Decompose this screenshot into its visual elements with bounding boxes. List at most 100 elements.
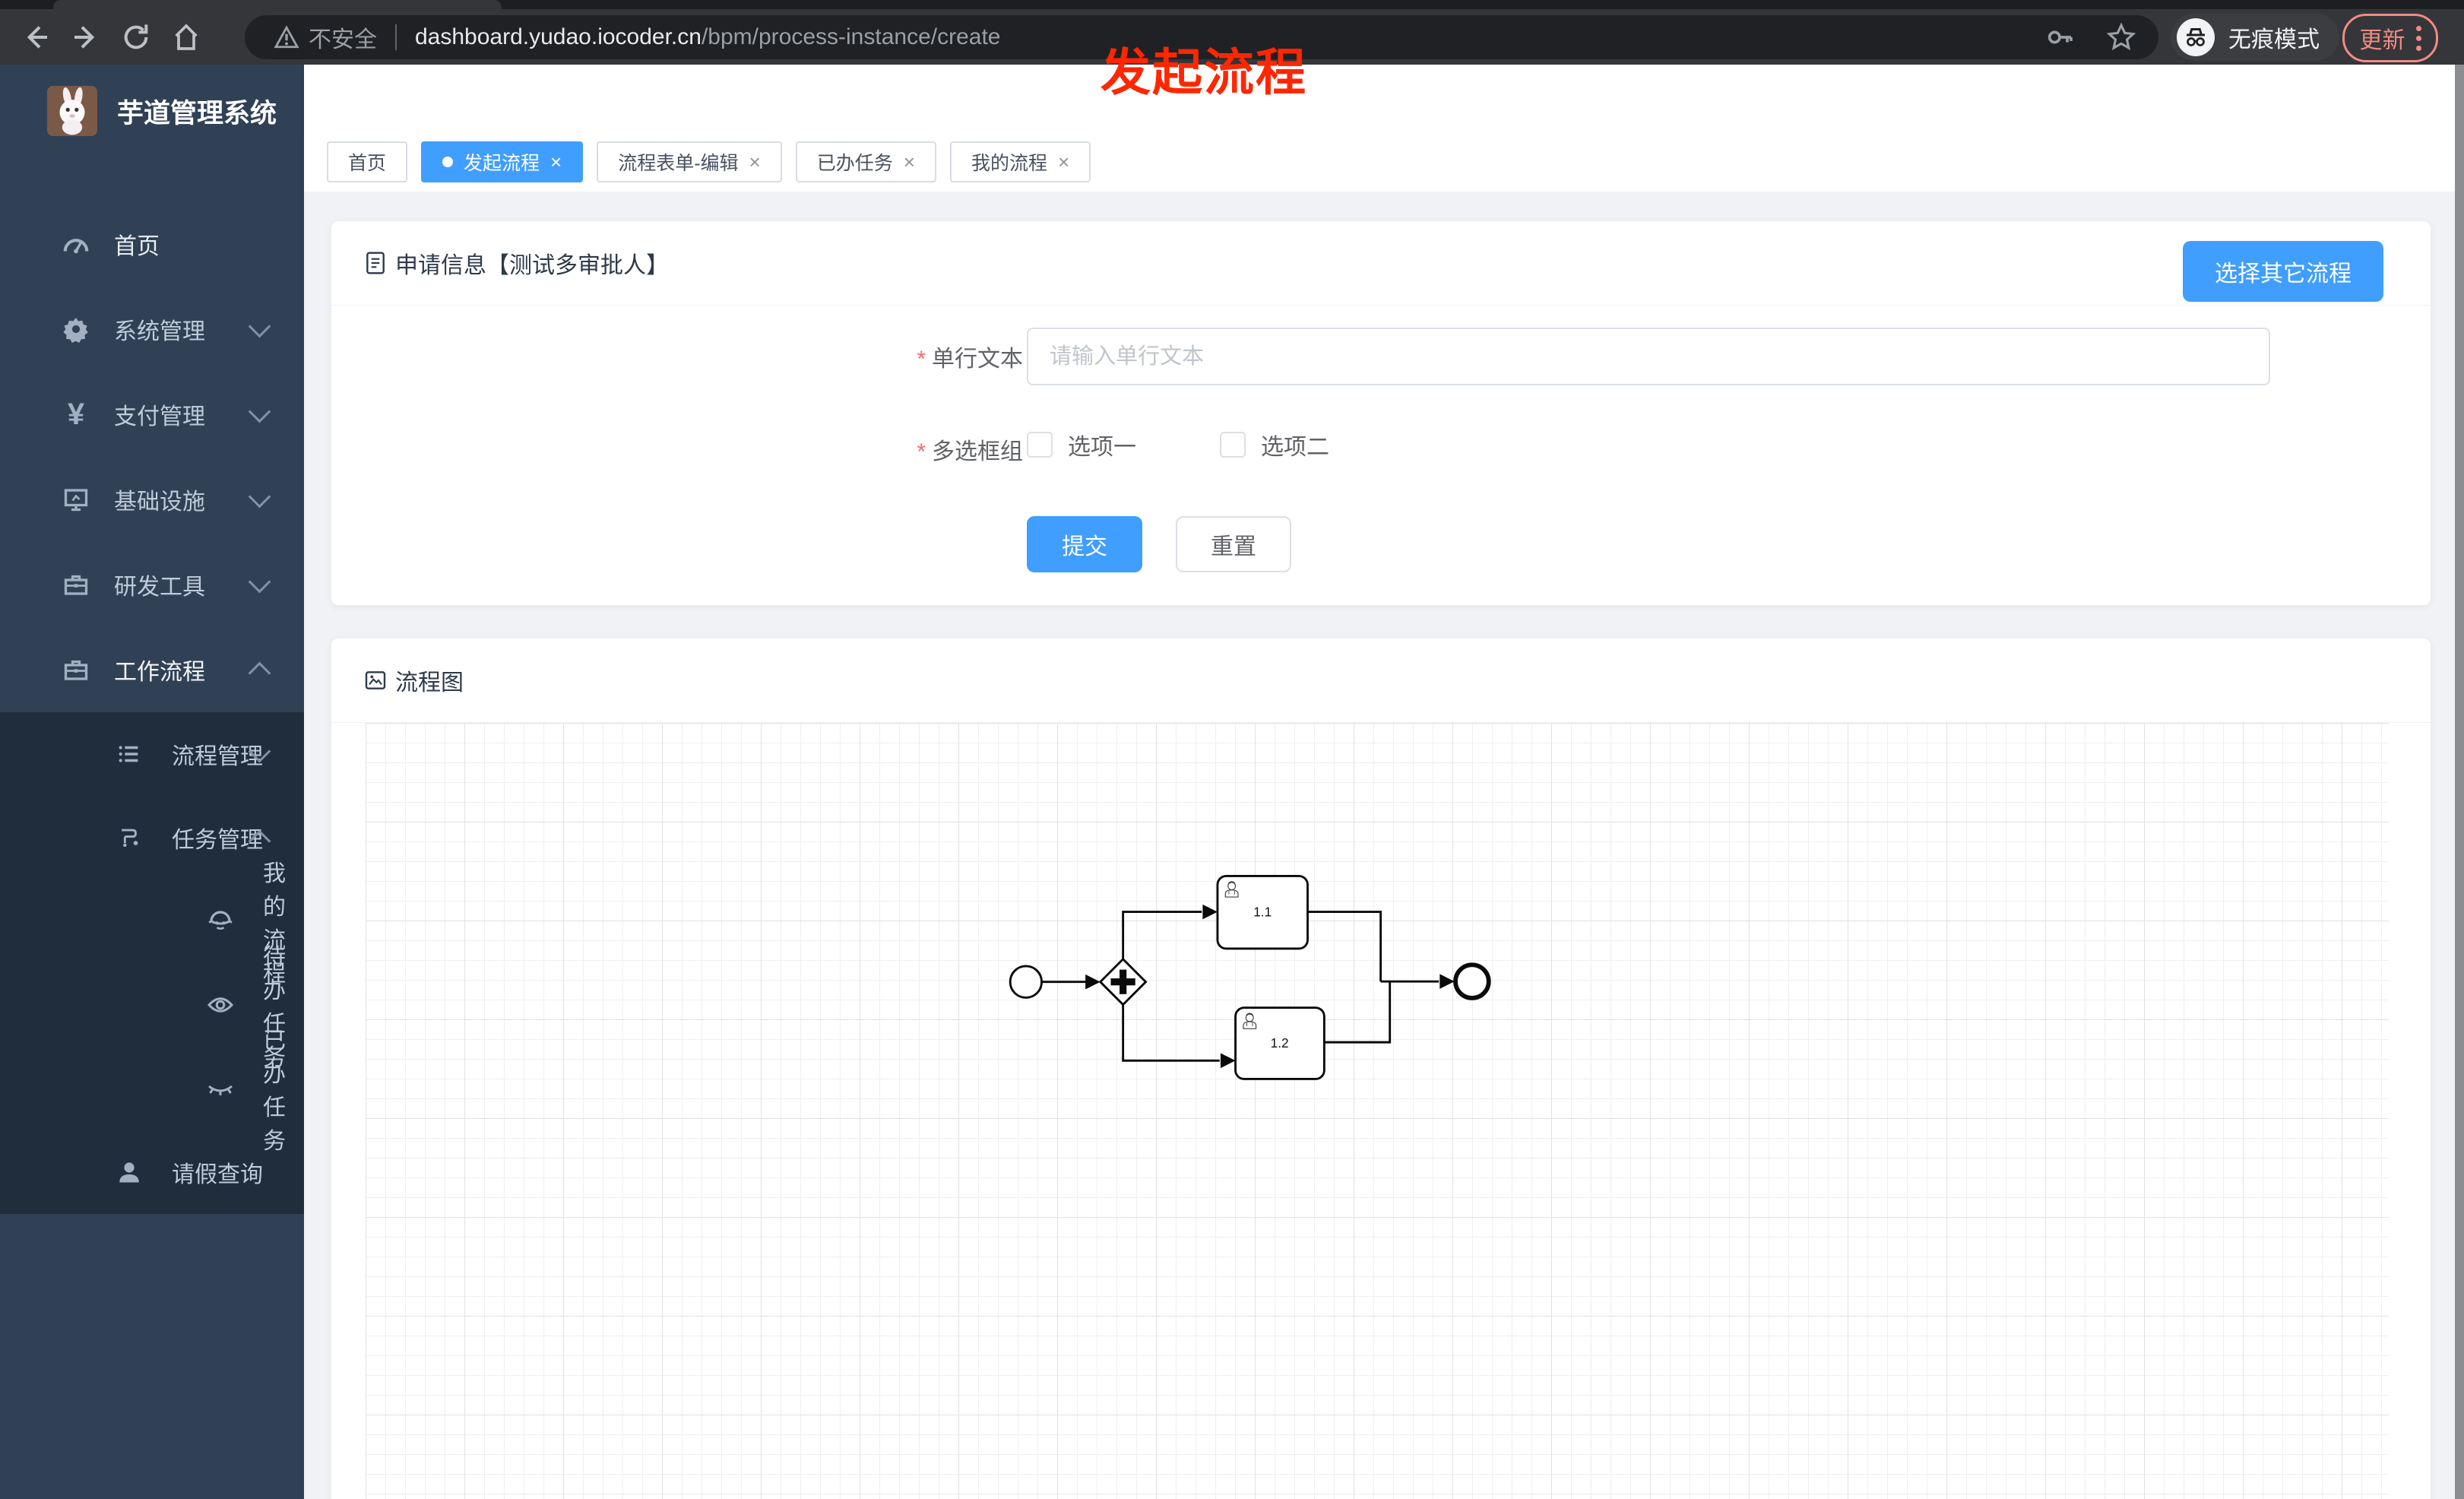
app-title: 芋道管理系统 xyxy=(117,98,277,128)
bpmn-user-task-11[interactable]: 1.1 xyxy=(1216,874,1309,950)
security-label: 不安全 xyxy=(309,27,377,52)
required-mark: * xyxy=(917,347,926,372)
choose-other-process-button[interactable]: 选择其它流程 xyxy=(2183,241,2383,302)
card-title-row: 申请信息【测试多审批人】 xyxy=(363,246,669,280)
form-buttons: 提交 重置 xyxy=(1027,516,1291,572)
key-icon[interactable] xyxy=(2044,22,2075,52)
single-line-text-input[interactable] xyxy=(1027,328,2270,385)
tag-label: 已办任务 xyxy=(816,153,893,174)
sidebar-item-done-tasks[interactable]: 已办任务 xyxy=(0,1028,304,1154)
sidebar-item-todo-tasks[interactable]: 待办任务 xyxy=(0,945,304,1070)
tag-done-tasks[interactable]: 已办任务 × xyxy=(795,141,936,182)
sidebar-item-infra[interactable]: 基础设施 xyxy=(0,457,304,542)
incognito-label: 无痕模式 xyxy=(2228,27,2320,52)
sidebar-menu: 首页 系统管理 ¥ 支付管理 基础设施 研发工具 工作流程 xyxy=(0,201,304,712)
image-icon xyxy=(365,671,386,689)
app-logo xyxy=(47,86,97,136)
bookmark-star-icon[interactable] xyxy=(2105,21,2137,53)
tag-home[interactable]: 首页 xyxy=(327,141,408,182)
browser-update-menu-button[interactable]: 更新 xyxy=(2342,14,2438,62)
checkbox-label: 选项一 xyxy=(1068,435,1136,460)
checkbox-field-label-row: * 多选框组 xyxy=(833,433,1023,466)
checkbox-option-1[interactable]: 选项一 xyxy=(1027,428,1136,461)
checkbox-group-label: 多选框组 xyxy=(932,439,1023,464)
sidebar-item-my-process[interactable]: 我的流程 xyxy=(0,861,304,987)
browser-active-tab[interactable] xyxy=(53,0,502,9)
home-button[interactable] xyxy=(161,16,211,59)
tag-form-edit[interactable]: 流程表单-编辑 × xyxy=(597,141,782,182)
content-area: 申请信息【测试多审批人】 选择其它流程 *单行文本 *多选框组 选项一 选项二 xyxy=(304,192,2455,1499)
close-icon[interactable]: × xyxy=(904,151,915,174)
checkbox-icon[interactable] xyxy=(1027,432,1053,458)
bpmn-canvas[interactable]: 1.1 1.2 xyxy=(366,723,2389,1499)
form-card-title: 申请信息【测试多审批人】 xyxy=(395,253,669,278)
browser-tabstrip xyxy=(0,0,2464,9)
tags-view-bar: 首页 发起流程 × 流程表单-编辑 × 已办任务 × 我的流程 × xyxy=(304,134,2464,193)
forward-icon xyxy=(74,25,95,49)
sidebar-item-label: 研发工具 xyxy=(114,575,205,600)
sidebar-item-system[interactable]: 系统管理 xyxy=(0,287,304,372)
edge-task12-merge[interactable] xyxy=(1324,982,1392,1044)
bpmn-parallel-gateway[interactable] xyxy=(1098,957,1148,1006)
edge-gateway-task11[interactable] xyxy=(1122,911,1202,959)
sidebar-item-devtools[interactable]: 研发工具 xyxy=(0,542,304,627)
active-dot-icon xyxy=(442,157,454,167)
sidebar-item-task-mgmt[interactable]: 任务管理 xyxy=(0,796,304,879)
tag-label: 我的流程 xyxy=(971,153,1047,174)
url-host: dashboard.yudao.iocoder.cn xyxy=(415,24,702,49)
text-field-label: 单行文本 xyxy=(932,347,1023,372)
robot-icon xyxy=(204,908,237,935)
chevron-down-icon xyxy=(248,485,271,508)
card-title-row: 流程图 xyxy=(363,664,464,697)
tag-label: 发起流程 xyxy=(464,153,540,174)
close-icon[interactable]: × xyxy=(1058,151,1069,174)
checkbox-option-2[interactable]: 选项二 xyxy=(1220,428,1329,461)
app-logo-row[interactable]: 芋道管理系统 xyxy=(0,65,304,156)
flow-icon xyxy=(112,825,146,851)
checkbox-group: 选项一 选项二 xyxy=(1027,428,1329,461)
chevron-down-icon xyxy=(248,315,271,338)
edge-task11-merge[interactable] xyxy=(1307,911,1382,982)
sidebar-item-home[interactable]: 首页 xyxy=(0,201,304,287)
forward-button[interactable] xyxy=(61,16,111,59)
process-diagram-card: 流程图 1.1 1.2 xyxy=(331,638,2431,1499)
reload-button[interactable] xyxy=(111,16,161,59)
chevron-down-icon xyxy=(248,570,271,593)
sidebar-item-label: 流程管理 xyxy=(172,744,263,769)
edge-gateway-task12[interactable] xyxy=(1122,1004,1220,1062)
checkbox-icon[interactable] xyxy=(1220,432,1246,458)
reset-button[interactable]: 重置 xyxy=(1176,516,1291,572)
tag-create-process[interactable]: 发起流程 × xyxy=(421,141,584,182)
apply-info-card: 申请信息【测试多审批人】 选择其它流程 *单行文本 *多选框组 选项一 选项二 xyxy=(331,220,2431,606)
sidebar-item-leave-query[interactable]: 请假查询 xyxy=(0,1130,304,1214)
url-path: /bpm/process-instance/create xyxy=(701,24,1001,49)
window-scrollbar[interactable] xyxy=(2455,65,2464,1499)
sidebar-item-label: 任务管理 xyxy=(172,828,263,853)
close-icon[interactable]: × xyxy=(550,151,562,174)
sidebar-item-process-mgmt[interactable]: 流程管理 xyxy=(0,712,304,796)
field-label: * 多选框组 xyxy=(833,433,1023,466)
bpmn-user-task-12[interactable]: 1.2 xyxy=(1234,1006,1325,1080)
sidebar-item-workflow[interactable]: 工作流程 xyxy=(0,627,304,712)
bpmn-end-event[interactable] xyxy=(1453,962,1491,1000)
bpmn-start-event[interactable] xyxy=(1009,965,1044,999)
monitor-icon xyxy=(59,486,93,513)
workflow-submenu: 流程管理 任务管理 我的流程 待办任务 已办任务 请假查询 xyxy=(0,712,304,1214)
card-header: 申请信息【测试多审批人】 选择其它流程 xyxy=(331,221,2431,306)
checkbox-label: 选项二 xyxy=(1261,435,1329,460)
card-header: 流程图 xyxy=(331,639,2431,723)
security-indicator[interactable]: 不安全 xyxy=(274,21,377,54)
diagram-card-title: 流程图 xyxy=(395,670,464,696)
reload-icon xyxy=(124,24,148,49)
sidebar-item-label: 系统管理 xyxy=(114,319,205,344)
screen: 不安全 dashboard.yudao.iocoder.cn/bpm/proce… xyxy=(0,0,2464,1499)
sidebar-item-payment[interactable]: ¥ 支付管理 xyxy=(0,372,304,457)
main-header: 首页 / 发起流程 ? тT xyxy=(304,65,2464,177)
submit-button[interactable]: 提交 xyxy=(1027,516,1142,572)
gear-icon xyxy=(59,315,93,343)
tag-my-process[interactable]: 我的流程 × xyxy=(949,141,1091,182)
yen-icon: ¥ xyxy=(67,397,85,431)
close-icon[interactable]: × xyxy=(749,151,761,174)
warning-icon xyxy=(274,25,299,49)
back-button[interactable] xyxy=(11,16,61,59)
